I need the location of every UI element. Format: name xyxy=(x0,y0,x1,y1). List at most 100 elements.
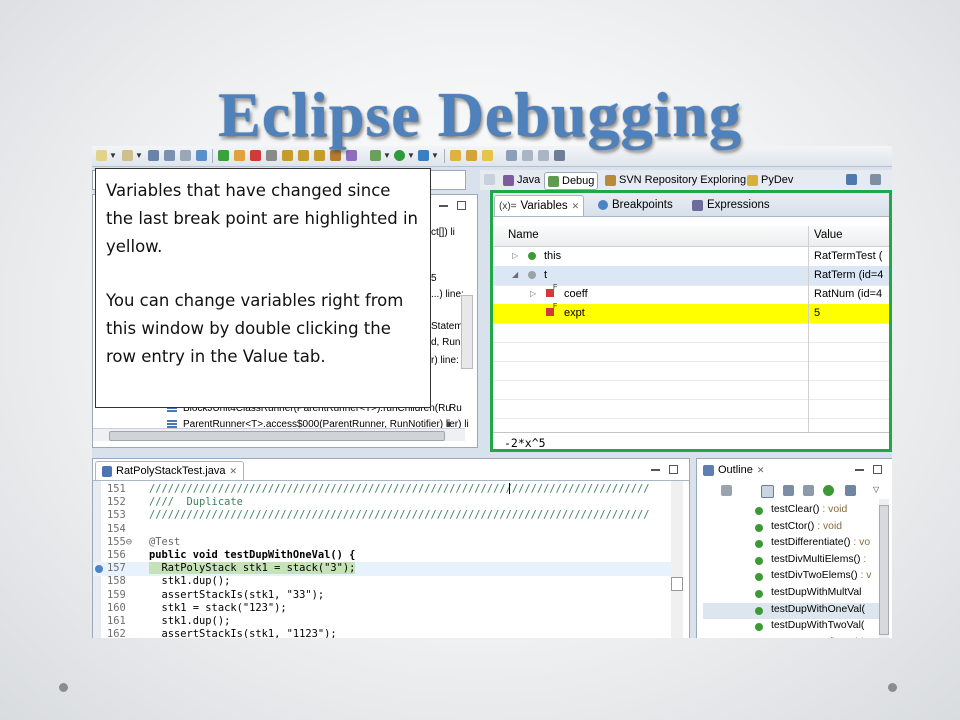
code-line[interactable]: 158 stk1.dup(); xyxy=(93,575,673,589)
code-line[interactable]: 162 assertStackIs(stk1, "1123"); xyxy=(93,628,673,638)
column-name-header[interactable]: Name xyxy=(508,229,539,241)
perspective-svn[interactable]: SVN Repository Exploring xyxy=(602,172,749,188)
stack-horizontal-scrollbar[interactable] xyxy=(93,428,465,441)
chevron-down-icon[interactable]: ▼ xyxy=(407,151,415,160)
maximize-icon[interactable] xyxy=(669,465,678,474)
code-line[interactable]: 157 RatPolyStack stk1 = stack("3"); xyxy=(93,562,673,577)
stack-frame-fragment[interactable]: 5 xyxy=(431,273,437,284)
minimize-icon[interactable] xyxy=(855,467,864,471)
tab-breakpoints[interactable]: Breakpoints xyxy=(594,195,677,215)
code-line[interactable]: 159 assertStackIs(stk1, "33"); xyxy=(93,589,673,603)
outline-item[interactable]: testDupWithTwoVal( xyxy=(703,619,883,635)
sync-icon[interactable] xyxy=(870,174,881,185)
breakpoint-icon[interactable] xyxy=(95,565,103,574)
scrollbar-thumb[interactable] xyxy=(879,505,889,635)
code-line[interactable]: 156 public void testDupWithOneVal() { xyxy=(93,549,673,563)
breakpoints-icon xyxy=(598,200,608,210)
scrollbar-thumb[interactable] xyxy=(671,577,683,591)
variable-name: expt xyxy=(564,307,585,319)
tab-expressions[interactable]: Expressions xyxy=(688,195,774,215)
variable-value[interactable]: RatNum (id=4 xyxy=(814,288,882,300)
outline-icon xyxy=(703,464,714,476)
hide-fields-icon[interactable] xyxy=(783,485,794,496)
code-text: ////////////////////////////////////////… xyxy=(149,509,650,522)
outline-item[interactable]: testDifferentiate() : vo xyxy=(703,536,883,552)
variable-row-this[interactable]: ▷ this RatTermTest ( xyxy=(492,247,892,267)
perspective-java[interactable]: Java xyxy=(500,172,543,188)
scrollbar-thumb[interactable] xyxy=(109,431,445,441)
perspective-debug[interactable]: Debug xyxy=(544,172,599,190)
chevron-down-icon[interactable]: ▼ xyxy=(383,151,391,160)
variable-value[interactable]: 5 xyxy=(814,307,820,319)
outline-item[interactable]: testDupWithMultVal xyxy=(703,586,883,602)
outline-item[interactable]: testDupWithOneVal( xyxy=(703,602,883,619)
perspective-label: Java xyxy=(517,174,541,186)
outline-item-label: testCtor() : void xyxy=(771,521,842,532)
open-perspective-icon[interactable] xyxy=(484,174,495,185)
code-line[interactable]: 154 xyxy=(93,523,673,537)
stack-scrollbar[interactable] xyxy=(461,295,473,369)
stack-frame-fragment[interactable]: ...) line: xyxy=(431,289,464,300)
tab-variables[interactable]: (x)= Variables ✕ xyxy=(494,195,585,216)
code-line[interactable]: 160 stk1 = stack("123"); xyxy=(93,602,673,616)
close-icon[interactable]: ✕ xyxy=(572,201,580,212)
minimize-icon[interactable] xyxy=(439,203,448,207)
outline-item[interactable]: testIntegrate() : void xyxy=(703,636,883,638)
variable-value[interactable]: RatTerm (id=4 xyxy=(814,269,883,281)
chevron-down-icon[interactable]: ▼ xyxy=(135,151,143,160)
variable-value[interactable]: RatTermTest ( xyxy=(814,250,882,262)
outline-item[interactable]: testDivTwoElems() : v xyxy=(703,569,883,585)
code-line[interactable]: 153 /////////////////////////////////////… xyxy=(93,509,673,523)
line-number: 159 xyxy=(107,588,126,601)
column-value-header[interactable]: Value xyxy=(814,229,843,241)
hide-local-types-icon[interactable] xyxy=(845,485,856,496)
minimize-icon[interactable] xyxy=(651,467,660,471)
pin-icon[interactable] xyxy=(846,174,857,185)
column-divider[interactable] xyxy=(808,226,809,432)
close-icon[interactable]: ✕ xyxy=(757,465,765,476)
hide-nonpublic-icon[interactable] xyxy=(823,485,834,496)
stack-frame-fragment[interactable]: Statem xyxy=(431,321,463,332)
expand-icon[interactable]: ▷ xyxy=(530,289,536,298)
variable-row-coeff[interactable]: ▷ coeff RatNum (id=4 xyxy=(492,284,892,305)
collapse-icon[interactable]: ◢ xyxy=(512,270,518,279)
outline-item[interactable]: testDivMultiElems() : xyxy=(703,553,883,569)
sort-icon[interactable] xyxy=(761,485,774,498)
hide-static-icon[interactable] xyxy=(803,485,814,496)
outline-item-label: testIntegrate() : void xyxy=(771,637,863,638)
perspective-pydev[interactable]: PyDev xyxy=(744,172,796,188)
code-line[interactable]: 155⊖ @Test xyxy=(93,536,673,550)
close-icon[interactable]: ✕ xyxy=(229,466,237,477)
variable-row-t[interactable]: ◢ t RatTerm (id=4 xyxy=(492,266,892,286)
outline-scrollbar[interactable] xyxy=(879,499,889,638)
code-text: //// Duplicate xyxy=(149,496,243,509)
code-line[interactable]: 161 stk1.dup(); xyxy=(93,615,673,629)
stack-frame-fragment[interactable]: Ru xyxy=(449,403,462,414)
perspective-label: Debug xyxy=(562,175,595,187)
tab-label: Breakpoints xyxy=(612,199,673,211)
code-line[interactable]: 151 /////////////////////////////////////… xyxy=(93,483,673,497)
java-file-icon xyxy=(102,465,112,477)
empty-row xyxy=(492,323,892,343)
variable-detail-pane[interactable]: -2*x^5 xyxy=(492,432,892,453)
maximize-icon[interactable] xyxy=(457,201,466,210)
slide-bullet-dot xyxy=(59,683,68,692)
stack-frame-fragment[interactable]: r) line: xyxy=(431,355,459,366)
collapse-all-icon[interactable] xyxy=(721,485,732,496)
chevron-down-icon[interactable]: ▼ xyxy=(109,151,117,160)
code-text: assertStackIs(stk1, "33"); xyxy=(149,588,325,601)
stack-frame-fragment[interactable]: ct[]) li xyxy=(431,227,455,238)
outline-tab[interactable]: Outline ✕ xyxy=(699,461,768,479)
chevron-down-icon[interactable]: ▼ xyxy=(431,151,439,160)
editor-scrollbar[interactable] xyxy=(671,481,683,638)
expand-icon[interactable]: ▷ xyxy=(512,251,518,260)
editor-tab[interactable]: RatPolyStackTest.java ✕ xyxy=(95,461,244,480)
outline-item[interactable]: testCtor() : void xyxy=(703,520,883,536)
code-line[interactable]: 152 //// Duplicate xyxy=(93,496,673,510)
maximize-icon[interactable] xyxy=(873,465,882,474)
outline-item[interactable]: testClear() : void xyxy=(703,503,883,519)
outline-item-label: testDivTwoElems() : v xyxy=(771,570,871,581)
slide-title: Eclipse Debugging xyxy=(218,79,742,150)
variable-row-expt[interactable]: expt 5 xyxy=(492,303,892,324)
view-menu-icon[interactable]: ▽ xyxy=(873,485,879,494)
